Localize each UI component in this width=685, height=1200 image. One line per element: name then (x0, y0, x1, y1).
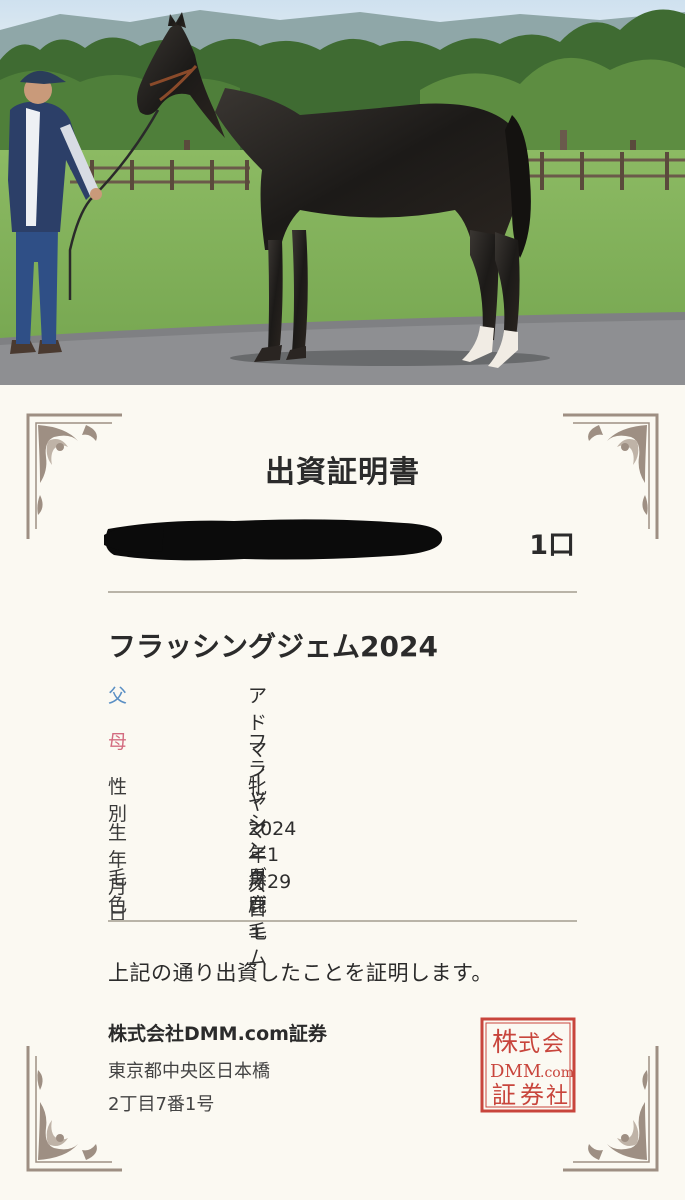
issuer-company: 株式会社DMM.com証券 (108, 1023, 327, 1045)
divider (108, 920, 577, 922)
issuer-address-line1: 東京都中央区日本橋 (108, 1061, 270, 1082)
issuer-address-line2: 2丁目7番1号 (108, 1094, 215, 1115)
svg-text:DMM: DMM (490, 1061, 541, 1082)
detail-label: 母 (108, 730, 128, 753)
investment-certificate: 出資証明書 1口 フラッシングジェム2024 父 アドマイヤマーズ 母 フラッシ… (0, 385, 685, 1200)
svg-text:券: 券 (520, 1081, 544, 1109)
svg-text:証: 証 (492, 1081, 516, 1109)
certification-statement: 上記の通り出資したことを証明します。 (108, 961, 493, 985)
investment-units: 1口 (529, 530, 575, 561)
company-seal-stamp: 株 式 会 DMM .com 証 券 社 (480, 1017, 576, 1113)
horse-name: フラッシングジェム2024 (108, 630, 438, 663)
divider (108, 591, 577, 593)
detail-value: 黒鹿毛 (248, 867, 268, 943)
svg-text:社: 社 (546, 1084, 568, 1109)
certificate-title: 出資証明書 (265, 455, 420, 490)
detail-label: 毛色 (108, 867, 128, 916)
svg-text:式: 式 (518, 1032, 540, 1057)
detail-label: 父 (108, 685, 128, 707)
redacted-owner-name (104, 519, 443, 561)
horse-photo (0, 0, 685, 385)
svg-text:.com: .com (540, 1065, 574, 1081)
detail-value: 牝 (248, 776, 268, 798)
svg-text:会: 会 (542, 1032, 564, 1057)
svg-text:株: 株 (492, 1028, 518, 1058)
